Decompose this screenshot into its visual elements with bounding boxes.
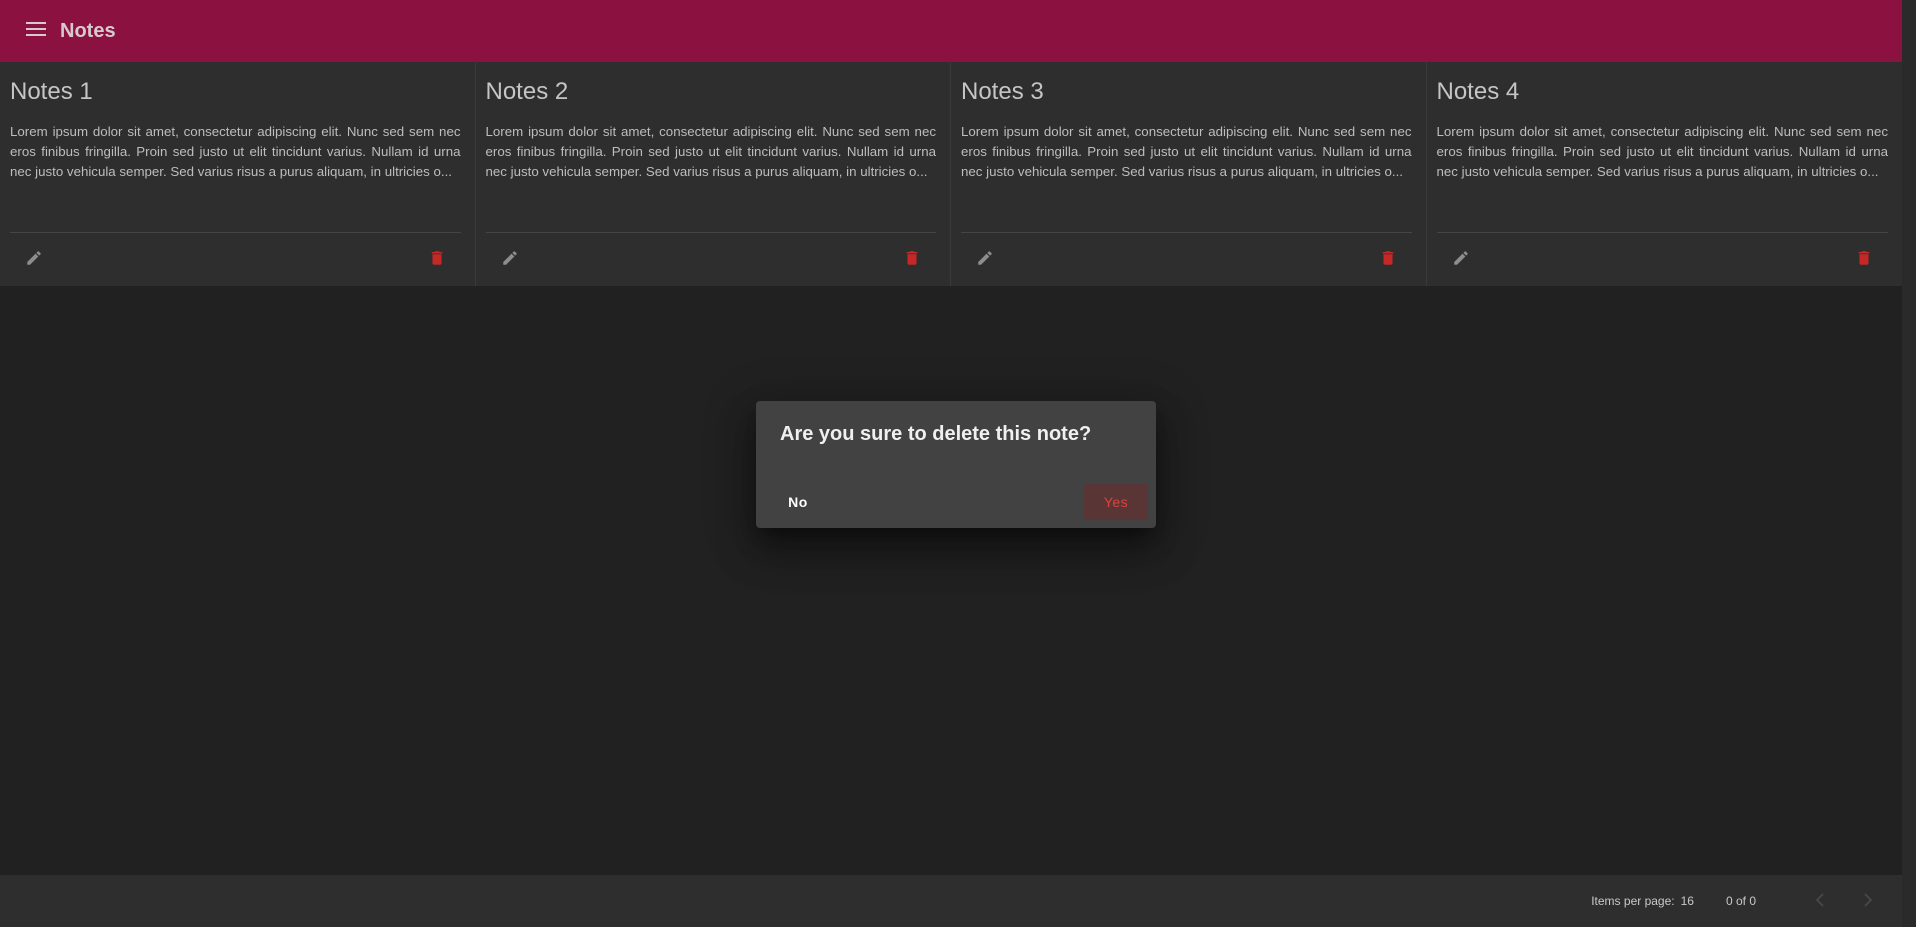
menu-button[interactable] [12, 7, 60, 55]
note-body: Lorem ipsum dolor sit amet, consectetur … [961, 124, 1412, 179]
paginator: Items per page: 16 0 of 0 [0, 875, 1902, 927]
note-card: Notes 2 Lorem ipsum dolor sit amet, cons… [475, 62, 951, 286]
next-page-button[interactable] [1844, 877, 1892, 925]
chevron-right-icon [1863, 892, 1873, 910]
yes-button[interactable]: Yes [1084, 484, 1148, 520]
trash-icon [1855, 248, 1873, 273]
items-per-page-select[interactable]: 16 [1681, 894, 1694, 908]
delete-note-button[interactable] [1364, 236, 1412, 284]
note-card: Notes 4 Lorem ipsum dolor sit amet, cons… [1426, 62, 1902, 286]
edit-note-button[interactable] [10, 236, 58, 284]
app-title: Notes [60, 19, 116, 42]
scrollbar-track[interactable] [1902, 0, 1916, 927]
items-per-page-label: Items per page: [1591, 894, 1675, 908]
delete-note-button[interactable] [888, 236, 936, 284]
card-actions [961, 234, 1412, 286]
note-body: Lorem ipsum dolor sit amet, consectetur … [10, 124, 461, 179]
card-actions [486, 234, 937, 286]
card-divider [485, 232, 936, 233]
notes-grid: Notes 1 Lorem ipsum dolor sit amet, cons… [0, 62, 1902, 286]
trash-icon [428, 248, 446, 273]
delete-note-button[interactable] [1840, 236, 1888, 284]
pencil-icon [25, 249, 43, 272]
trash-icon [1379, 248, 1397, 273]
chevron-left-icon [1815, 892, 1825, 910]
card-divider [1436, 232, 1888, 233]
card-divider [961, 232, 1412, 233]
card-divider [10, 232, 461, 233]
no-button[interactable]: No [766, 484, 830, 520]
note-card: Notes 1 Lorem ipsum dolor sit amet, cons… [0, 62, 476, 286]
edit-note-button[interactable] [1437, 236, 1485, 284]
note-card: Notes 3 Lorem ipsum dolor sit amet, cons… [951, 62, 1427, 286]
pencil-icon [501, 249, 519, 272]
card-actions [10, 234, 461, 286]
note-title: Notes 2 [485, 78, 569, 105]
note-title: Notes 3 [961, 78, 1044, 105]
delete-note-button[interactable] [413, 236, 461, 284]
menu-icon [26, 21, 46, 41]
range-label: 0 of 0 [1725, 894, 1756, 908]
notes-app: Notes Notes 1 Lorem ipsum dolor sit amet… [0, 0, 1916, 927]
dialog-title: Are you sure to delete this note? [780, 423, 1092, 445]
delete-confirm-dialog: Are you sure to delete this note? No Yes [756, 401, 1156, 528]
card-actions [1437, 234, 1889, 286]
edit-note-button[interactable] [486, 236, 534, 284]
note-body: Lorem ipsum dolor sit amet, consectetur … [485, 124, 937, 179]
top-app-bar: Notes [0, 0, 1902, 62]
note-body: Lorem ipsum dolor sit amet, consectetur … [1436, 124, 1889, 179]
note-title: Notes 4 [1436, 78, 1520, 105]
previous-page-button[interactable] [1796, 877, 1844, 925]
edit-note-button[interactable] [961, 236, 1009, 284]
trash-icon [903, 248, 921, 273]
pencil-icon [976, 249, 994, 272]
note-title: Notes 1 [10, 78, 93, 105]
pencil-icon [1452, 249, 1470, 272]
